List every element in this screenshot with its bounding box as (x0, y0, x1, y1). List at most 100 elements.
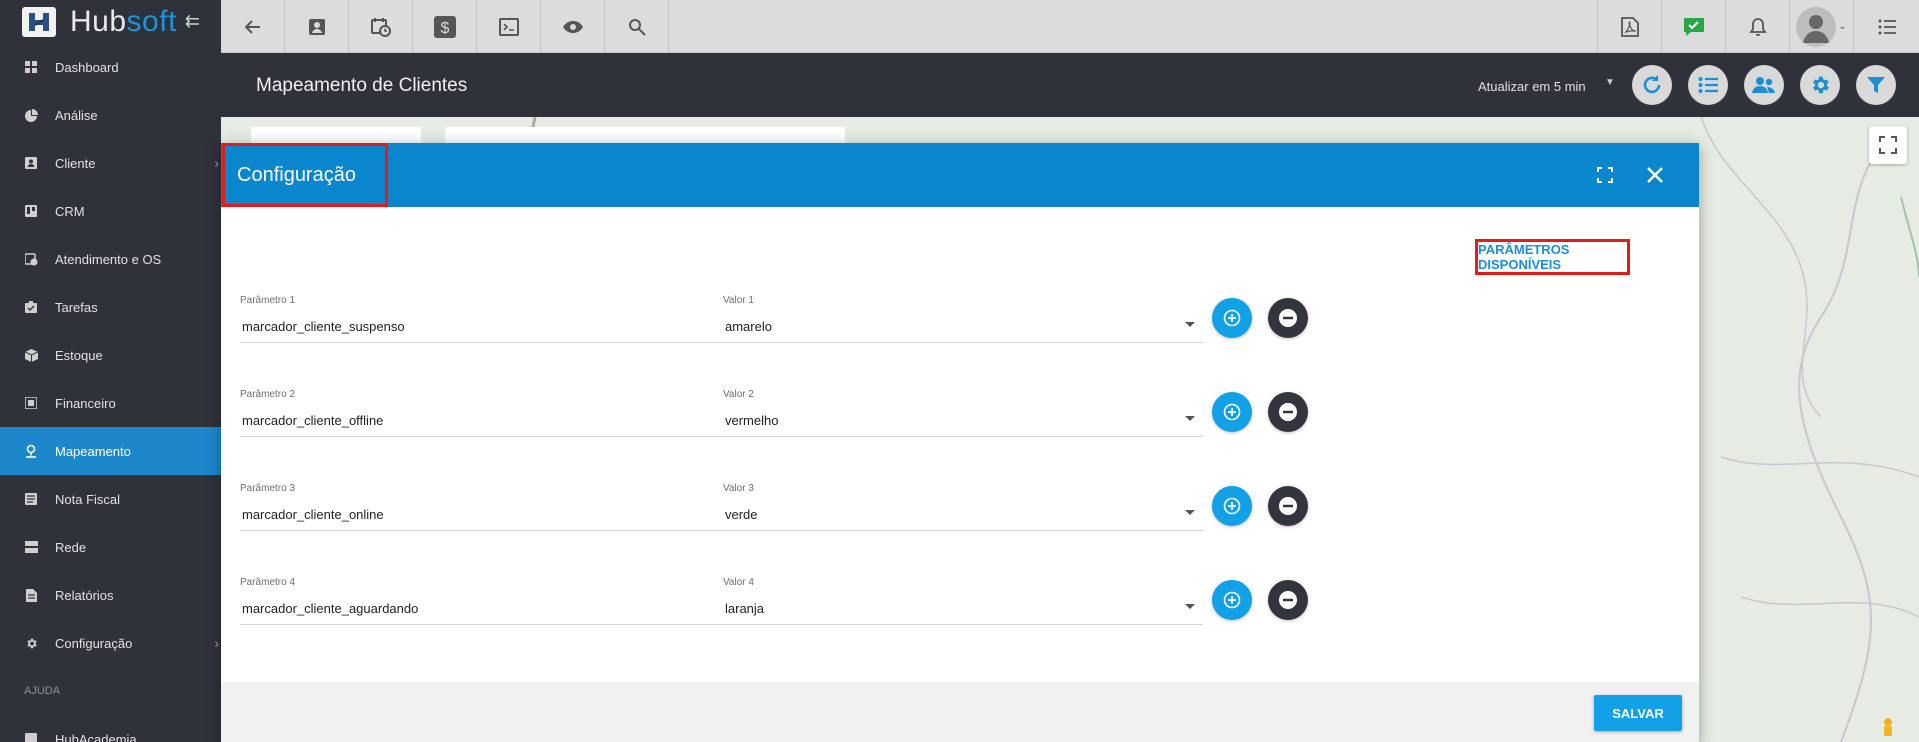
remove-parameter-button[interactable] (1268, 580, 1308, 620)
field-label: Valor 4 (723, 577, 754, 588)
user-menu[interactable]: ⌄ (1789, 0, 1853, 53)
dashboard-icon (24, 60, 38, 74)
value-2-select[interactable]: Valor 2 vermelho (723, 389, 1203, 437)
list-icon (1698, 77, 1718, 93)
street-view-pegman-icon[interactable] (1877, 717, 1899, 739)
field-value: amarelo (725, 319, 772, 334)
auto-refresh-select[interactable]: Atualizar em 5 min (1478, 79, 1586, 94)
finance-button[interactable]: $ (413, 0, 477, 53)
main-menu-button[interactable] (1853, 0, 1919, 53)
sidebar-item-dashboard[interactable]: Dashboard (0, 43, 221, 91)
sidebar-item-estoque[interactable]: Estoque (0, 331, 221, 379)
minus-circle-icon (1279, 403, 1297, 421)
sidebar-item-financeiro[interactable]: Financeiro (0, 379, 221, 427)
approvals-button[interactable] (1661, 0, 1725, 53)
configuration-modal: Configuração PARÂMETROS DISPONÍVEIS Parâ… (221, 143, 1699, 742)
maximize-modal-button[interactable] (1592, 162, 1618, 188)
avatar (1796, 6, 1837, 47)
terminal-button[interactable] (477, 0, 541, 53)
add-parameter-button[interactable] (1212, 392, 1252, 432)
sidebar-item-rede[interactable]: Rede (0, 523, 221, 571)
gear-icon (1813, 76, 1829, 94)
map-pin-icon (24, 444, 38, 458)
view-button[interactable] (541, 0, 605, 53)
map-fullscreen-button[interactable] (1869, 126, 1907, 164)
field-label: Parâmetro 4 (240, 577, 296, 588)
chevron-right-icon: › (214, 155, 219, 171)
sidebar-item-analise[interactable]: Análise (0, 91, 221, 139)
field-value: marcador_cliente_aguardando (242, 601, 419, 616)
parameter-4-field[interactable]: Parâmetro 4 marcador_cliente_aguardando (240, 577, 738, 625)
field-value: laranja (725, 601, 765, 616)
search-button[interactable] (605, 0, 669, 53)
list-view-button[interactable] (1688, 65, 1728, 105)
svg-text:$: $ (440, 20, 449, 37)
field-value: marcador_cliente_online (242, 507, 384, 522)
refresh-button[interactable] (1632, 65, 1672, 105)
fullscreen-icon (1879, 136, 1897, 154)
plus-circle-icon (1223, 497, 1241, 515)
field-label: Parâmetro 3 (240, 483, 296, 494)
kanban-icon (24, 204, 38, 218)
sidebar-item-label: Estoque (55, 347, 103, 363)
save-button[interactable]: SALVAR (1594, 695, 1682, 731)
sidebar-item-cliente[interactable]: Cliente › (0, 139, 221, 187)
academy-icon (24, 732, 38, 742)
sidebar-item-label: Mapeamento (55, 443, 131, 459)
calendar-button[interactable] (349, 0, 413, 53)
value-3-select[interactable]: Valor 3 verde (723, 483, 1203, 531)
sidebar: Hubsoft ⇇ Dashboard Análise Cliente › CR… (0, 0, 221, 742)
terminal-icon (498, 17, 519, 36)
gear-icon (24, 636, 38, 650)
sidebar-item-configuracao[interactable]: Configuração › (0, 619, 221, 667)
remove-parameter-button[interactable] (1268, 298, 1308, 338)
parameter-2-field[interactable]: Parâmetro 2 marcador_cliente_offline (240, 389, 738, 437)
sidebar-item-crm[interactable]: CRM (0, 187, 221, 235)
pdf-button[interactable] (1597, 0, 1661, 53)
hubsoft-logo-icon[interactable] (22, 6, 56, 37)
contacts-button[interactable] (285, 0, 349, 53)
sidebar-item-nota-fiscal[interactable]: Nota Fiscal (0, 475, 221, 523)
sidebar-item-hubacademia[interactable]: HubAcademia (0, 715, 221, 742)
pdf-icon (1620, 16, 1639, 37)
chevron-down-icon[interactable]: ▼ (1605, 77, 1615, 88)
box-icon (24, 348, 38, 362)
value-4-select[interactable]: Valor 4 laranja (723, 577, 1203, 625)
close-modal-button[interactable] (1642, 162, 1668, 188)
parameter-row: Parâmetro 2 marcador_cliente_offline Val… (221, 389, 1699, 469)
parameter-1-field[interactable]: Parâmetro 1 marcador_cliente_suspenso (240, 295, 738, 343)
available-parameters-button[interactable]: PARÂMETROS DISPONÍVEIS (1475, 239, 1630, 275)
notifications-button[interactable] (1725, 0, 1789, 53)
remove-parameter-button[interactable] (1268, 486, 1308, 526)
dropdown-caret-icon (1185, 322, 1195, 327)
add-parameter-button[interactable] (1212, 486, 1252, 526)
sidebar-item-label: Atendimento e OS (55, 251, 162, 267)
field-value: marcador_cliente_offline (242, 413, 384, 428)
add-parameter-button[interactable] (1212, 298, 1252, 338)
minus-circle-icon (1279, 591, 1297, 609)
calendar-clock-icon (370, 17, 391, 37)
sidebar-item-atendimento[interactable]: Atendimento e OS (0, 235, 221, 283)
sidebar-item-label: Configuração (55, 635, 133, 651)
title-highlight-box (222, 143, 388, 207)
filter-button[interactable] (1856, 65, 1896, 105)
parameter-row: Parâmetro 3 marcador_cliente_online Valo… (221, 483, 1699, 563)
sidebar-section-ajuda: AJUDA (24, 685, 61, 697)
users-button[interactable] (1744, 65, 1784, 105)
calendar-clock-icon (24, 252, 38, 266)
map-marker-icon[interactable] (1347, 117, 1361, 119)
back-button[interactable] (221, 0, 285, 53)
remove-parameter-button[interactable] (1268, 392, 1308, 432)
settings-button[interactable] (1800, 65, 1840, 105)
chevron-right-icon: › (214, 635, 219, 651)
collapse-sidebar-icon[interactable]: ⇇ (185, 11, 200, 32)
value-1-select[interactable]: Valor 1 amarelo (723, 295, 1203, 343)
sidebar-item-relatorios[interactable]: Relatórios (0, 571, 221, 619)
contact-card-icon (24, 156, 38, 170)
plus-circle-icon (1223, 403, 1241, 421)
sidebar-item-label: Rede (55, 539, 87, 555)
parameter-3-field[interactable]: Parâmetro 3 marcador_cliente_online (240, 483, 738, 531)
sidebar-item-tarefas[interactable]: Tarefas (0, 283, 221, 331)
add-parameter-button[interactable] (1212, 580, 1252, 620)
sidebar-item-mapeamento[interactable]: Mapeamento (0, 427, 221, 475)
